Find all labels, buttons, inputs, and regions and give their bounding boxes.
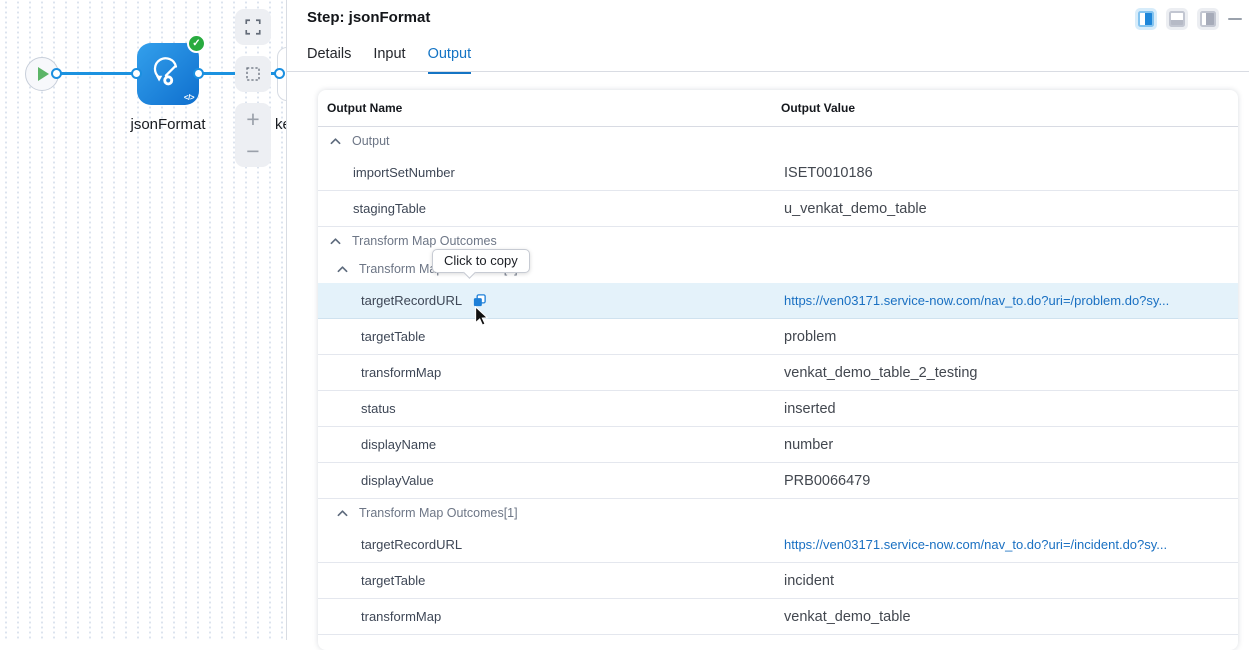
fit-to-screen-button[interactable] <box>235 9 271 45</box>
table-row: targetRecordURL https://ven03171.service-… <box>318 283 1238 319</box>
group-label[interactable]: Transform Map Outcomes[1] <box>359 506 518 520</box>
chevron-up-icon[interactable] <box>337 265 348 273</box>
connector-port[interactable] <box>274 68 285 79</box>
table-row: targetTable incident <box>318 563 1238 599</box>
output-name: displayValue <box>361 473 434 488</box>
output-table-card: Output Name Output Value Output importSet… <box>318 90 1238 650</box>
chevron-up-icon[interactable] <box>337 509 348 517</box>
output-value-link[interactable]: https://ven03171.service-now.com/nav_to.… <box>784 293 1169 308</box>
chevron-up-icon[interactable] <box>330 237 341 245</box>
json-format-step-icon <box>151 57 185 91</box>
table-row: transformMap venkat_demo_table_2_testing <box>318 355 1238 391</box>
table-row: status inserted <box>318 391 1238 427</box>
connector-port[interactable] <box>51 68 62 79</box>
tooltip-text: Click to copy <box>444 253 518 268</box>
output-name: displayName <box>361 437 436 452</box>
tab-input[interactable]: Input <box>373 46 405 74</box>
copy-tooltip: Click to copy <box>432 249 530 273</box>
zoom-out-button[interactable]: − <box>246 138 259 164</box>
layout-split-right-icon[interactable] <box>1135 8 1157 30</box>
marquee-select-button[interactable] <box>235 56 271 92</box>
tabs-divider <box>287 71 1249 72</box>
tab-output[interactable]: Output <box>428 46 472 74</box>
group-row[interactable]: Output <box>318 127 1238 155</box>
table-row: targetTable problem <box>318 319 1238 355</box>
column-header-output-name: Output Name <box>327 101 402 115</box>
table-row: transformMap venkat_demo_table <box>318 599 1238 635</box>
copy-button[interactable] <box>472 293 487 308</box>
node-label-partial: ke <box>275 116 287 133</box>
output-value: venkat_demo_table <box>784 609 911 625</box>
check-badge-icon: ✓ <box>187 34 206 53</box>
output-name: importSetNumber <box>353 165 455 180</box>
minimize-icon[interactable] <box>1228 18 1242 21</box>
step-detail-panel: Step: jsonFormat Details Input Output Ou… <box>287 0 1249 640</box>
output-value: u_venkat_demo_table <box>784 201 927 217</box>
output-name: transformMap <box>361 609 441 624</box>
tab-details[interactable]: Details <box>307 46 351 74</box>
table-row: importSetNumber ISET0010186 <box>318 155 1238 191</box>
output-name: targetRecordURL <box>361 293 462 308</box>
output-value: number <box>784 437 833 453</box>
group-label[interactable]: Transform Map Outcomes <box>352 234 497 248</box>
output-name: stagingTable <box>353 201 426 216</box>
play-icon <box>38 67 49 81</box>
output-value: ISET0010186 <box>784 165 873 181</box>
output-name: targetTable <box>361 329 425 344</box>
panel-title: Step: jsonFormat <box>307 9 430 26</box>
table-row: displayName number <box>318 427 1238 463</box>
connector-port[interactable] <box>193 68 204 79</box>
zoom-controls: + − <box>235 103 271 167</box>
panel-window-controls <box>1135 8 1242 30</box>
chevron-up-icon[interactable] <box>330 137 341 145</box>
column-header-output-value: Output Value <box>781 101 855 115</box>
output-value-link[interactable]: https://ven03171.service-now.com/nav_to.… <box>784 537 1167 552</box>
table-row: targetRecordURL https://ven03171.service-… <box>318 527 1238 563</box>
layout-split-bottom-icon[interactable] <box>1166 8 1188 30</box>
node-label: jsonFormat <box>107 116 229 133</box>
table-header-row: Output Name Output Value <box>318 90 1238 127</box>
step-node-jsonformat[interactable]: </> ✓ <box>137 43 199 105</box>
group-row[interactable]: Transform Map Outcomes[1] <box>318 499 1238 527</box>
output-name: targetRecordURL <box>361 537 462 552</box>
output-name: targetTable <box>361 573 425 588</box>
output-value: problem <box>784 329 836 345</box>
output-name: status <box>361 401 396 416</box>
marquee-select-icon <box>244 65 262 83</box>
group-label[interactable]: Output <box>352 134 390 148</box>
table-row: stagingTable u_venkat_demo_table <box>318 191 1238 227</box>
fit-to-screen-icon <box>244 18 262 36</box>
output-value: inserted <box>784 401 836 417</box>
layout-panel-right-icon[interactable] <box>1197 8 1219 30</box>
table-body: Output importSetNumber ISET0010186 stagingT… <box>318 127 1238 635</box>
copy-icon[interactable] <box>472 293 487 308</box>
zoom-in-button[interactable]: + <box>246 106 259 132</box>
output-value: PRB0066479 <box>784 473 870 489</box>
table-row: displayValue PRB0066479 <box>318 463 1238 499</box>
output-name: transformMap <box>361 365 441 380</box>
flow-canvas[interactable]: </> ✓ jsonFormat ke + − <box>0 0 287 640</box>
panel-tabs: Details Input Output <box>307 46 471 74</box>
code-icon: </> <box>184 93 194 102</box>
connector-port[interactable] <box>131 68 142 79</box>
output-value: venkat_demo_table_2_testing <box>784 365 977 381</box>
output-value: incident <box>784 573 834 589</box>
